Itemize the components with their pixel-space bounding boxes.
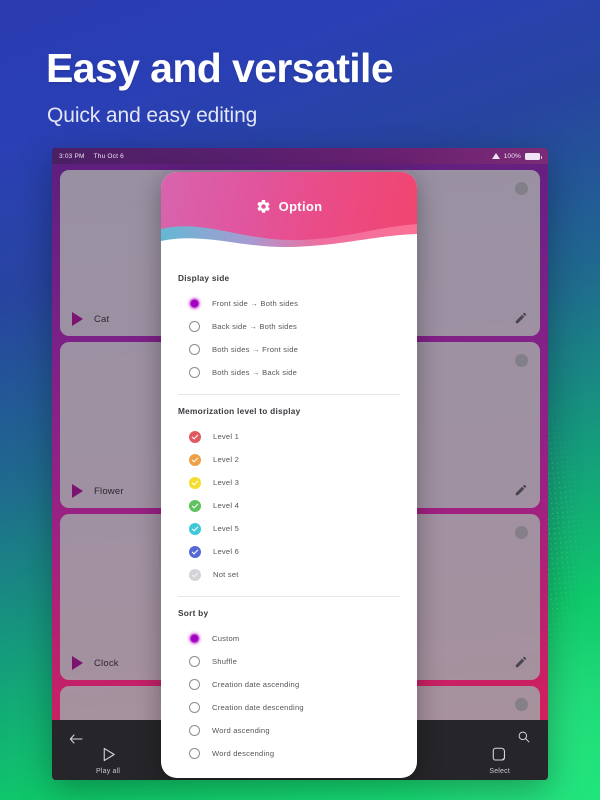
promo-banner: Easy and versatile Quick and easy editin… — [0, 0, 600, 800]
option-label: Level 5 — [213, 524, 240, 533]
dialog-body: Display side Front side → Both sides Bac… — [161, 259, 417, 778]
option-row-shuffle[interactable]: Shuffle — [178, 650, 400, 673]
option-row-level-3[interactable]: Level 3 — [178, 471, 400, 494]
option-dialog: Option Display side Front side → Both si… — [161, 172, 417, 778]
radio-icon[interactable] — [189, 298, 200, 309]
dialog-header: Option — [161, 172, 417, 259]
gear-icon — [256, 199, 271, 214]
card-title: Cat — [94, 313, 110, 325]
dot-icon[interactable] — [515, 182, 528, 195]
section-title-sort-by: Sort by — [178, 608, 209, 618]
header-wave-decoration — [161, 215, 417, 259]
radio-icon[interactable] — [189, 633, 200, 644]
back-arrow-icon[interactable] — [68, 732, 84, 744]
option-label: Front side → Both sides — [212, 299, 299, 308]
check-icon[interactable] — [189, 430, 201, 443]
check-icon[interactable] — [189, 545, 201, 558]
option-row-level-1[interactable]: Level 1 — [178, 425, 400, 448]
promo-subheadline: Quick and easy editing — [47, 104, 258, 127]
option-row-not-set[interactable]: Not set — [178, 563, 400, 586]
select-icon — [491, 746, 508, 765]
option-label: Creation date descending — [212, 703, 304, 712]
status-bar: 3:03 PM Thu Oct 6 100% — [52, 148, 548, 164]
battery-percent-label: 100% — [503, 152, 521, 160]
dot-icon[interactable] — [515, 354, 528, 367]
device-mockup: 3:03 PM Thu Oct 6 100% Cat Flower Clock … — [52, 148, 548, 780]
radio-icon[interactable] — [189, 702, 200, 713]
option-row-creation-date-ascending[interactable]: Creation date ascending — [178, 673, 400, 696]
section-title-memorization-level: Memorization level to display — [178, 406, 301, 416]
pencil-icon[interactable] — [514, 311, 528, 325]
radio-icon[interactable] — [189, 748, 200, 759]
radio-icon[interactable] — [189, 656, 200, 667]
play-icon — [100, 746, 117, 765]
option-label: Level 1 — [213, 432, 240, 441]
option-row-custom[interactable]: Custom — [178, 627, 400, 650]
promo-headline: Easy and versatile — [46, 45, 394, 91]
nav-select[interactable]: Select — [489, 746, 510, 775]
play-icon[interactable] — [72, 484, 83, 498]
radio-icon[interactable] — [189, 725, 200, 736]
radio-icon[interactable] — [189, 679, 200, 690]
radio-icon[interactable] — [189, 344, 200, 355]
option-row-both-to-front[interactable]: Both sides → Front side — [178, 338, 400, 361]
pencil-icon[interactable] — [514, 483, 528, 497]
card-title: Clock — [94, 657, 119, 669]
option-row-front-to-both[interactable]: Front side → Both sides — [178, 292, 400, 315]
option-row-word-descending[interactable]: Word descending — [178, 742, 400, 765]
check-icon[interactable] — [189, 522, 201, 535]
radio-icon[interactable] — [189, 367, 200, 378]
option-label: Both sides → Back side — [212, 368, 298, 377]
option-row-level-2[interactable]: Level 2 — [178, 448, 400, 471]
option-label: Back side → Both sides — [212, 322, 298, 331]
option-row-both-to-back[interactable]: Both sides → Back side — [178, 361, 400, 384]
dot-icon[interactable] — [515, 698, 528, 711]
check-icon[interactable] — [189, 453, 201, 466]
check-icon[interactable] — [189, 568, 201, 581]
check-icon[interactable] — [189, 499, 201, 512]
dialog-title: Option — [278, 199, 323, 214]
radio-icon[interactable] — [189, 321, 200, 332]
option-label: Shuffle — [212, 657, 238, 666]
dot-icon[interactable] — [515, 526, 528, 539]
option-label: Creation date ascending — [212, 680, 300, 689]
option-label: Both sides → Front side — [212, 345, 299, 354]
option-label: Level 4 — [213, 501, 240, 510]
play-icon[interactable] — [72, 312, 83, 326]
nav-play-all-label: Play all — [96, 768, 121, 775]
option-row-level-5[interactable]: Level 5 — [178, 517, 400, 540]
option-row-level-4[interactable]: Level 4 — [178, 494, 400, 517]
battery-icon — [525, 152, 542, 160]
option-row-word-ascending[interactable]: Word ascending — [178, 719, 400, 742]
status-date: Thu Oct 6 — [93, 152, 124, 160]
wifi-icon — [491, 153, 500, 159]
option-label: Word ascending — [212, 726, 270, 735]
section-divider — [178, 394, 400, 395]
card-title: Flower — [94, 485, 124, 497]
section-divider — [178, 596, 400, 597]
option-label: Level 6 — [213, 547, 240, 556]
nav-select-label: Select — [489, 768, 510, 775]
section-title-display-side: Display side — [178, 273, 230, 283]
status-time: 3:03 PM — [59, 152, 85, 160]
option-label: Custom — [212, 634, 240, 643]
option-row-level-6[interactable]: Level 6 — [178, 540, 400, 563]
option-label: Level 3 — [213, 478, 240, 487]
option-row-creation-date-descending[interactable]: Creation date descending — [178, 696, 400, 719]
pencil-icon[interactable] — [514, 655, 528, 669]
check-icon[interactable] — [189, 476, 201, 489]
option-label: Not set — [213, 570, 239, 579]
option-label: Level 2 — [213, 455, 240, 464]
option-row-back-to-both[interactable]: Back side → Both sides — [178, 315, 400, 338]
play-icon[interactable] — [72, 656, 83, 670]
nav-play-all[interactable]: Play all — [96, 746, 120, 775]
search-icon[interactable] — [517, 730, 531, 744]
option-label: Word descending — [212, 749, 275, 758]
